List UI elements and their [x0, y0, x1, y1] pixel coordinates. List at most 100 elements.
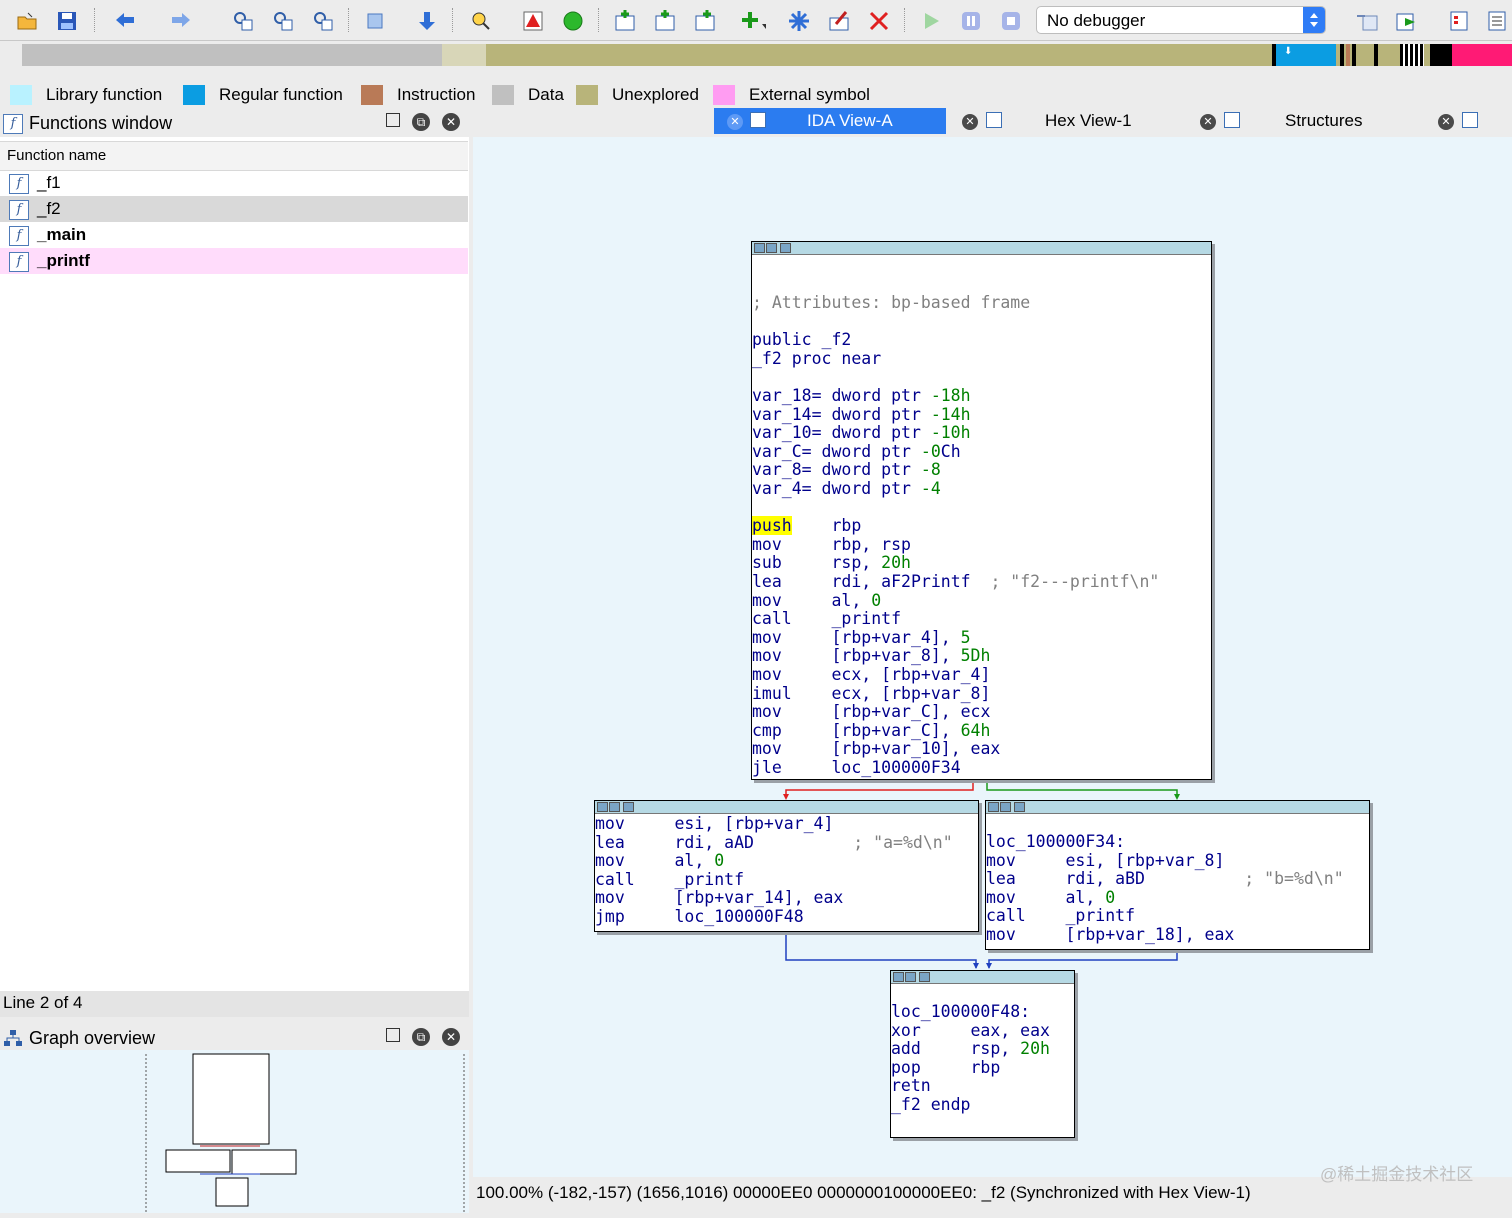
pause-icon[interactable] — [958, 8, 984, 34]
tab-hex-view-1[interactable]: ✕ Hex View-1 — [962, 108, 1194, 134]
function-row-printf[interactable]: f _printf — [0, 248, 468, 274]
code-line[interactable]: mov rbp, rsp — [752, 535, 911, 555]
code-line[interactable]: lea rdi, aF2Printf ; "f2---printf\n" — [752, 572, 1159, 592]
tab-close-icon[interactable]: ✕ — [962, 114, 978, 130]
close-icon[interactable]: ✕ — [442, 1028, 460, 1046]
navigation-band[interactable]: ⬇ — [0, 41, 1512, 69]
toolbar-separator — [94, 8, 97, 32]
column-header-function-name[interactable]: Function name — [0, 141, 468, 171]
legend-regular-function: Regular function — [183, 84, 343, 106]
maximize-icon[interactable] — [386, 113, 400, 127]
stop-icon[interactable] — [998, 8, 1024, 34]
code-line[interactable]: mov esi, [rbp+var_8] — [986, 851, 1224, 871]
code-block-exit[interactable]: loc_100000F48: xor eax, eax add rsp, 20h po… — [890, 970, 1075, 1138]
code-line[interactable]: ; Attributes: bp-based frame — [752, 293, 1030, 313]
code-line[interactable]: mov [rbp+var_4], 5 — [752, 628, 971, 648]
tab-structures[interactable]: ✕ Structures — [1200, 108, 1450, 134]
search-hex-icon[interactable] — [230, 8, 256, 34]
code-line[interactable]: mov esi, [rbp+var_4] — [595, 814, 833, 834]
green-circle-icon[interactable] — [560, 8, 586, 34]
code-line[interactable]: call _printf — [595, 870, 744, 890]
code-block-left[interactable]: mov esi, [rbp+var_4] lea rdi, aAD ; "a=%d… — [594, 800, 979, 932]
code-line[interactable]: push rbp — [752, 516, 861, 536]
ida-graph-view[interactable]: ; Attributes: bp-based frame public _f2 _f… — [473, 137, 1512, 1177]
graph-overview-titlebar: Graph overview ⧉ ✕ — [0, 1024, 469, 1052]
play-icon[interactable] — [918, 8, 944, 34]
code-block-right[interactable]: loc_100000F34: mov esi, [rbp+var_8] lea rd… — [985, 800, 1370, 950]
code-line[interactable]: var_4= dword ptr -4 — [752, 479, 941, 499]
code-line[interactable]: lea rdi, aAD ; "a=%d\n" — [595, 833, 953, 853]
code-line[interactable]: mov al, 0 — [986, 888, 1115, 908]
code-line[interactable]: loc_100000F48: — [891, 1002, 1030, 1022]
data-icon[interactable] — [652, 8, 678, 34]
code-icon[interactable] — [612, 8, 638, 34]
code-line[interactable]: loc_100000F34: — [986, 832, 1125, 852]
code-line[interactable]: retn — [891, 1077, 931, 1096]
restore-icon[interactable]: ⧉ — [412, 113, 430, 131]
run-to-cursor-icon[interactable] — [1394, 8, 1420, 34]
code-line[interactable]: imul ecx, [rbp+var_8] — [752, 684, 990, 704]
code-line[interactable]: pop rbp — [891, 1058, 1000, 1078]
star-icon[interactable] — [786, 8, 812, 34]
delete-icon[interactable] — [866, 8, 892, 34]
legend-swatch — [10, 85, 32, 105]
code-line[interactable]: add rsp, 20h — [891, 1039, 1050, 1059]
tab-ida-view-a[interactable]: ✕ IDA View-A — [714, 108, 946, 134]
code-line[interactable]: _f2 proc near — [752, 349, 881, 369]
code-line[interactable]: mov [rbp+var_18], eax — [986, 925, 1234, 945]
navigation-strip[interactable]: ⬇ — [22, 44, 1512, 66]
function-row-main[interactable]: f _main — [0, 222, 468, 248]
jump-icon[interactable] — [362, 8, 388, 34]
restore-icon[interactable]: ⧉ — [412, 1028, 430, 1046]
forward-icon[interactable] — [170, 8, 196, 34]
code-line[interactable]: public _f2 — [752, 330, 851, 350]
tab-close-icon[interactable]: ✕ — [1438, 114, 1454, 130]
code-line[interactable]: call _printf — [752, 609, 901, 629]
breakpoints-icon[interactable] — [1446, 8, 1472, 34]
code-line[interactable]: mov [rbp+var_14], eax — [595, 889, 843, 908]
code-line[interactable]: cmp [rbp+var_C], 64h — [752, 721, 990, 741]
code-line[interactable]: var_8= dword ptr -8 — [752, 461, 941, 480]
down-arrow-icon[interactable] — [414, 8, 440, 34]
code-line[interactable]: mov ecx, [rbp+var_4] — [752, 665, 990, 685]
code-line[interactable]: mov [rbp+var_8], 5Dh — [752, 647, 990, 666]
function-row-f1[interactable]: f _f1 — [0, 170, 468, 196]
code-line[interactable]: var_18= dword ptr -18h — [752, 386, 971, 406]
code-line[interactable]: lea rdi, aBD ; "b=%d\n" — [986, 869, 1344, 889]
search-binary-icon[interactable] — [310, 8, 336, 34]
maximize-icon[interactable] — [386, 1028, 400, 1042]
code-line[interactable]: mov al, 0 — [752, 591, 881, 611]
edit-icon[interactable] — [826, 8, 852, 34]
code-line[interactable]: var_14= dword ptr -14h — [752, 405, 971, 425]
back-icon[interactable] — [114, 8, 140, 34]
code-line[interactable]: jle loc_100000F34 — [752, 758, 961, 778]
code-line[interactable]: mov [rbp+var_10], eax — [752, 740, 1000, 759]
graph-overview-canvas[interactable] — [0, 1050, 469, 1213]
close-icon[interactable]: ✕ — [442, 113, 460, 131]
code-line[interactable]: var_C= dword ptr -0Ch — [752, 442, 961, 462]
analyze-icon[interactable] — [468, 8, 494, 34]
code-line[interactable]: xor eax, eax — [891, 1021, 1050, 1041]
legend-label: Library function — [46, 85, 163, 104]
search-text-icon[interactable] — [270, 8, 296, 34]
thread-list-icon[interactable] — [1484, 8, 1510, 34]
save-icon[interactable] — [54, 8, 80, 34]
plus-icon[interactable] — [740, 8, 766, 34]
debugger-select[interactable]: No debugger — [1036, 6, 1326, 34]
code-line[interactable]: var_10= dword ptr -10h — [752, 423, 971, 443]
attach-process-icon[interactable] — [1354, 8, 1380, 34]
ascii-icon[interactable] — [692, 8, 718, 34]
open-icon[interactable] — [14, 8, 40, 34]
tab-close-icon[interactable]: ✕ — [1200, 114, 1216, 130]
code-line[interactable]: mov al, 0 — [595, 851, 724, 871]
code-line[interactable]: jmp loc_100000F48 — [595, 907, 804, 927]
code-line[interactable]: sub rsp, 20h — [752, 554, 911, 573]
tab-extra[interactable]: ✕ — [1438, 108, 1498, 134]
warning-icon[interactable] — [520, 8, 546, 34]
code-block-entry[interactable]: ; Attributes: bp-based frame public _f2 _f… — [751, 241, 1212, 780]
code-line[interactable]: mov [rbp+var_C], ecx — [752, 702, 990, 722]
tab-close-icon[interactable]: ✕ — [727, 114, 743, 130]
code-line[interactable]: _f2 endp — [891, 1095, 970, 1115]
code-line[interactable]: call _printf — [986, 907, 1135, 926]
function-row-f2[interactable]: f _f2 — [0, 196, 468, 222]
